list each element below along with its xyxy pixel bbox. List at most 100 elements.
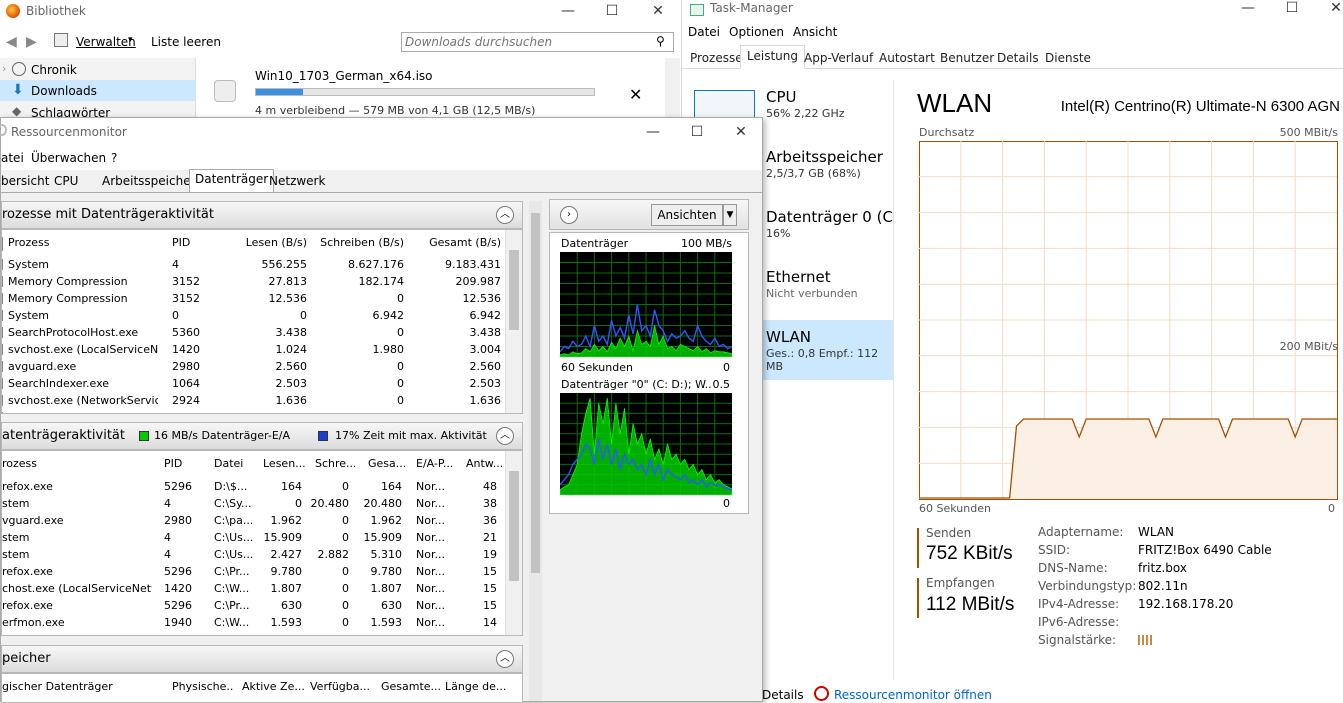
row-checkbox[interactable] xyxy=(2,327,5,338)
table-row[interactable]: System 4 556.255 8.627.176 9.183.431 xyxy=(2,256,507,273)
column-header[interactable]: Schre... xyxy=(315,455,355,472)
row-checkbox[interactable] xyxy=(2,310,5,321)
scrollbar-thumb[interactable] xyxy=(531,213,540,573)
table-row[interactable]: svchost.exe (LocalServiceNet... 1420 1.024… xyxy=(2,341,507,358)
column-header[interactable]: Prozess xyxy=(8,234,158,251)
column-header[interactable]: Gesamte... xyxy=(381,678,443,695)
clear-list-button[interactable]: Liste leeren xyxy=(151,35,221,49)
tab-cpu[interactable]: CPU xyxy=(48,171,84,191)
table-row[interactable]: Memory Compression 3152 27.813 182.174 209.9… xyxy=(2,273,507,290)
column-header[interactable]: rozess xyxy=(2,455,152,472)
search-icon[interactable]: ⚲ xyxy=(656,34,665,48)
table-row[interactable]: avguard.exe 2980 2.560 0 2.560 xyxy=(2,358,507,375)
scrollbar[interactable] xyxy=(505,230,522,413)
table-row[interactable]: stem 4 C:\Us... 15.909 0 15.909 Nor... 21 xyxy=(2,529,507,546)
sidebar-item-history[interactable]: › Chronik xyxy=(0,60,196,80)
scrollbar-thumb[interactable] xyxy=(509,471,519,581)
column-header[interactable]: Gesa... xyxy=(368,455,408,472)
scrollbar[interactable] xyxy=(665,58,680,118)
column-header[interactable]: Gesamt (B/s) xyxy=(407,234,501,251)
row-checkbox[interactable] xyxy=(2,378,5,389)
menu-options[interactable]: Optionen xyxy=(729,25,784,39)
chevron-down-icon[interactable]: ▼ xyxy=(723,204,737,226)
table-cell: 5296 xyxy=(164,565,192,578)
table-row[interactable]: firefox.exe13481.31401.314 xyxy=(2,409,507,413)
table-row[interactable]: System 0 0 6.942 6.942 xyxy=(2,307,507,324)
sidebar-item-downloads[interactable]: ⬇ Downloads xyxy=(0,80,196,101)
library-window: Bibliothek — ☐ ✕ ◀ ▶ Verwalten ▾ Liste l… xyxy=(0,0,680,120)
column-header[interactable]: Schreiben (B/s) xyxy=(312,234,404,251)
processes-section-header[interactable]: rozesse mit Datenträgeraktivität ︿ xyxy=(1,201,523,229)
minimize-button[interactable]: — xyxy=(1226,0,1270,19)
column-header[interactable]: Lesen (B/s) xyxy=(217,234,307,251)
table-row[interactable]: xplorer.exe3380C:\W...4680468Nor...14 xyxy=(2,631,507,635)
table-row[interactable]: SearchProtocolHost.exe 5360 3.438 0 3.438 xyxy=(2,324,507,341)
column-header[interactable]: Physische... xyxy=(172,678,234,695)
table-row[interactable]: refox.exe 5296 C:\Pr... 9.780 0 9.780 Nor... 15 xyxy=(2,563,507,580)
tab-network[interactable]: Netzwerk xyxy=(263,171,331,191)
menu-file[interactable]: atei xyxy=(1,151,24,165)
column-header[interactable]: Verfügba... xyxy=(310,678,372,695)
menu-file[interactable]: Datei xyxy=(688,25,720,39)
open-resource-monitor-link[interactable]: Ressourcenmonitor öffnen xyxy=(834,688,992,702)
menu-view[interactable]: Ansicht xyxy=(793,25,837,39)
column-header[interactable]: Datei xyxy=(214,455,254,472)
tab-services[interactable]: Dienste xyxy=(1038,47,1098,68)
row-checkbox[interactable] xyxy=(2,395,5,406)
table-row[interactable]: refox.exe 5296 C:\Pr... 630 0 630 Nor... 15 xyxy=(2,597,507,614)
column-header[interactable]: Aktive Ze... xyxy=(242,678,304,695)
collapse-icon[interactable]: ︿ xyxy=(496,650,514,668)
row-checkbox[interactable] xyxy=(2,344,5,355)
row-checkbox[interactable] xyxy=(2,293,5,304)
table-row[interactable]: Memory Compression 3152 12.536 0 12.536 xyxy=(2,290,507,307)
row-checkbox[interactable] xyxy=(2,412,5,413)
tab-startup[interactable]: Autostart xyxy=(872,47,942,68)
minimize-button[interactable]: — xyxy=(631,121,675,143)
column-header[interactable]: Lesen... xyxy=(263,455,308,472)
column-header[interactable]: PID xyxy=(164,455,204,472)
maximize-button[interactable]: ☐ xyxy=(675,121,719,143)
forward-icon[interactable]: ▶ xyxy=(26,34,37,50)
collapse-icon[interactable]: ︿ xyxy=(496,206,514,224)
tab-app-history[interactable]: App-Verlauf xyxy=(797,47,880,68)
menu-monitor[interactable]: Überwachen xyxy=(31,151,106,165)
back-icon[interactable]: ◀ xyxy=(6,34,17,50)
close-button[interactable]: ✕ xyxy=(636,0,680,22)
row-checkbox[interactable] xyxy=(2,276,5,287)
minimize-button[interactable]: — xyxy=(546,0,590,22)
table-row[interactable]: stem 4 C:\Us... 2.427 2.882 5.310 Nor... 19 xyxy=(2,546,507,563)
view-button[interactable]: Ansichten xyxy=(651,204,723,226)
column-header[interactable]: E/A-P... xyxy=(416,455,456,472)
table-row[interactable]: chost.exe (LocalServiceNetw... 1420 C:\W..… xyxy=(2,580,507,597)
fewer-details-link[interactable]: Details xyxy=(762,688,804,702)
collapse-icon[interactable]: ︿ xyxy=(496,427,514,445)
table-row[interactable]: svchost.exe (NetworkService) 2924 1.636 0 1.… xyxy=(2,392,507,409)
column-header[interactable]: gischer Datenträger xyxy=(2,678,162,695)
maximize-button[interactable]: ☐ xyxy=(590,0,634,22)
scrollbar-thumb[interactable] xyxy=(509,250,519,330)
close-button[interactable]: ✕ xyxy=(719,121,763,143)
tab-performance[interactable]: Leistung xyxy=(740,45,805,69)
menu-help[interactable]: ? xyxy=(111,151,117,165)
table-row[interactable]: SearchIndexer.exe 1064 2.503 0 2.503 xyxy=(2,375,507,392)
storage-section-header[interactable]: peicher ︿ xyxy=(1,645,523,673)
row-checkbox[interactable] xyxy=(2,259,5,270)
tab-memory[interactable]: Arbeitsspeicher xyxy=(96,171,202,191)
close-button[interactable]: ✕ xyxy=(1314,0,1343,19)
tab-disk[interactable]: Datenträger xyxy=(189,169,275,192)
cancel-download-icon[interactable]: ✕ xyxy=(629,85,642,104)
table-row[interactable]: erfmon.exe 1940 C:\W... 1.593 0 1.593 Nor... 14 xyxy=(2,614,507,631)
table-row[interactable]: vguard.exe 2980 C:\pa... 1.962 0 1.962 Nor... 3… xyxy=(2,512,507,529)
organize-button[interactable]: Verwalten xyxy=(76,35,136,49)
table-row[interactable]: refox.exe 5296 D:\$... 164 0 164 Nor... 48 xyxy=(2,478,507,495)
expand-icon[interactable]: › xyxy=(560,206,578,224)
maximize-button[interactable]: ☐ xyxy=(1270,0,1314,19)
main-scrollbar[interactable] xyxy=(529,201,542,701)
scrollbar[interactable] xyxy=(505,451,522,635)
search-input[interactable] xyxy=(401,32,674,52)
column-header[interactable]: Länge de... xyxy=(445,678,507,695)
table-row[interactable]: stem 4 C:\Sy... 0 20.480 20.480 Nor... 38 xyxy=(2,495,507,512)
column-header[interactable]: Antw... xyxy=(466,455,506,472)
disk-activity-section-header[interactable]: atenträgeraktivität 16 MB/s Datenträger-… xyxy=(1,422,523,450)
row-checkbox[interactable] xyxy=(2,361,5,372)
